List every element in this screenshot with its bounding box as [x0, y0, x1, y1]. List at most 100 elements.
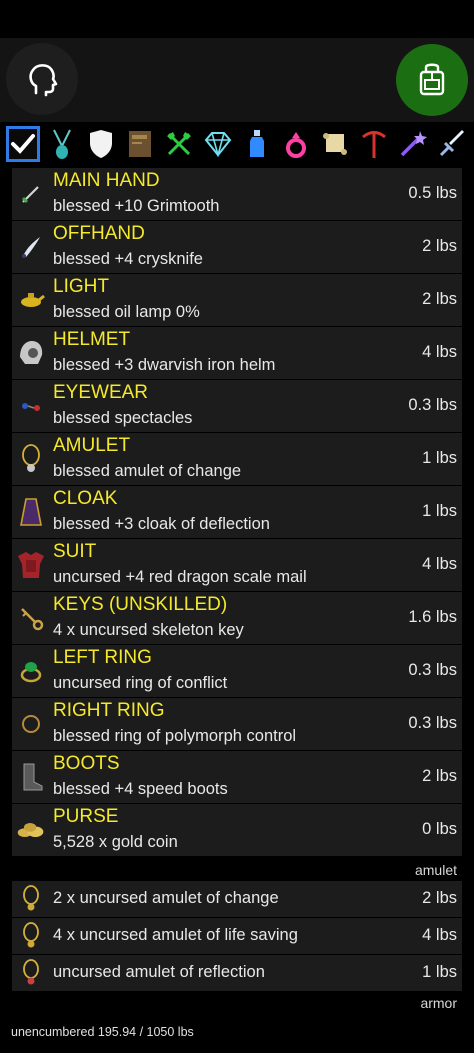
slot-label: AMULET [53, 435, 131, 456]
tab-books[interactable] [123, 126, 157, 162]
inventory-row[interactable]: 2 x uncursed amulet of change 2 lbs [12, 881, 462, 918]
item-description: blessed +3 cloak of deflection [53, 515, 270, 533]
equipment-row-keys[interactable]: KEYS (UNSKILLED) 4 x uncursed skeleton k… [12, 592, 462, 645]
slot-label: OFFHAND [53, 223, 145, 244]
amulet-icon [16, 443, 46, 475]
backpack-button[interactable] [396, 44, 468, 116]
item-description: uncursed amulet of reflection [53, 963, 265, 981]
scroll-icon [323, 133, 347, 155]
item-weight: 0.5 lbs [408, 184, 457, 202]
tab-tools[interactable] [357, 126, 391, 162]
sword-icon [439, 130, 464, 157]
pickaxe-icon [362, 131, 386, 158]
tab-potions[interactable] [240, 126, 274, 162]
item-weight: 4 lbs [422, 555, 457, 573]
dagger-icon [16, 178, 46, 210]
shield-icon [90, 130, 112, 158]
tab-rings[interactable] [279, 126, 313, 162]
tab-scrolls[interactable] [318, 126, 352, 162]
tab-food[interactable] [162, 126, 196, 162]
item-description: blessed +3 dwarvish iron helm [53, 356, 276, 374]
item-description: 4 x uncursed skeleton key [53, 621, 244, 639]
item-weight: 4 lbs [422, 926, 457, 944]
item-weight: 0 lbs [422, 820, 457, 838]
gem-icon [204, 132, 232, 157]
equipment-row-offhand[interactable]: OFFHAND blessed +4 crysknife 2 lbs [12, 221, 462, 274]
item-weight: 1.6 lbs [408, 608, 457, 626]
item-description: uncursed +4 red dragon scale mail [53, 568, 307, 586]
status-bar [0, 0, 474, 38]
head-profile-icon [29, 64, 58, 97]
key-icon [16, 602, 46, 634]
equipment-row-eyewear[interactable]: EYEWEAR blessed spectacles 0.3 lbs [12, 380, 462, 433]
armor-suit-icon [16, 549, 46, 581]
category-tab-bar [0, 124, 474, 164]
profile-button[interactable] [6, 43, 78, 115]
ring-icon [286, 132, 306, 158]
encumbrance-status: unencumbered 195.94 / 1050 lbs [11, 1025, 194, 1039]
inventory-row[interactable]: 4 x uncursed amulet of life saving 4 lbs [12, 918, 462, 955]
equipment-row-left-ring[interactable]: LEFT RING uncursed ring of conflict 0.3 … [12, 645, 462, 698]
item-weight: 2 lbs [422, 237, 457, 255]
item-description: uncursed ring of conflict [53, 674, 228, 692]
item-description: blessed oil lamp 0% [53, 303, 200, 321]
amulet-icon [16, 883, 46, 915]
amulet-icon [16, 957, 46, 989]
cloak-icon [16, 496, 46, 528]
slot-label: CLOAK [53, 488, 118, 509]
item-weight: 0.3 lbs [408, 661, 457, 679]
helmet-icon [16, 337, 46, 369]
equipment-row-helmet[interactable]: HELMET blessed +3 dwarvish iron helm 4 l… [12, 327, 462, 380]
equipment-row-light[interactable]: LIGHT blessed oil lamp 0% 2 lbs [12, 274, 462, 327]
potion-icon [250, 130, 264, 157]
slot-label: LEFT RING [53, 647, 152, 668]
item-description: blessed amulet of change [53, 462, 242, 480]
tab-gems[interactable] [201, 126, 235, 162]
slot-label: PURSE [53, 806, 119, 827]
item-description: 5,528 x gold coin [53, 833, 178, 851]
item-weight: 1 lbs [422, 963, 457, 981]
equipment-row-amulet[interactable]: AMULET blessed amulet of change 1 lbs [12, 433, 462, 486]
slot-label: HELMET [53, 329, 131, 350]
gold-coins-icon [16, 814, 46, 846]
item-description: blessed +10 Grimtooth [53, 197, 220, 215]
slot-label: EYEWEAR [53, 382, 149, 403]
crysknife-icon [16, 231, 46, 263]
tab-equipped[interactable] [6, 126, 40, 162]
check-icon [11, 134, 35, 154]
boots-icon [16, 761, 46, 793]
item-weight: 1 lbs [422, 449, 457, 467]
equipment-row-suit[interactable]: SUIT uncursed +4 red dragon scale mail 4… [12, 539, 462, 592]
slot-label: BOOTS [53, 753, 120, 774]
slot-label: LIGHT [53, 276, 109, 297]
item-weight: 2 lbs [422, 889, 457, 907]
equipment-row-right-ring[interactable]: RIGHT RING blessed ring of polymorph con… [12, 698, 462, 751]
item-description: 2 x uncursed amulet of change [53, 889, 279, 907]
equipment-row-boots[interactable]: BOOTS blessed +4 speed boots 2 lbs [12, 751, 462, 804]
section-header-amulet: amulet [414, 862, 457, 878]
item-description: blessed ring of polymorph control [53, 727, 297, 745]
tab-armor[interactable] [84, 126, 118, 162]
spectacles-icon [16, 390, 46, 422]
tab-weapons[interactable] [435, 126, 469, 162]
inventory-row[interactable]: uncursed amulet of reflection 1 lbs [12, 955, 462, 992]
equipment-row-cloak[interactable]: CLOAK blessed +3 cloak of deflection 1 l… [12, 486, 462, 539]
section-header-armor: armor [420, 995, 457, 1011]
item-weight: 2 lbs [422, 767, 457, 785]
slot-label: SUIT [53, 541, 97, 562]
item-weight: 2 lbs [422, 290, 457, 308]
slot-label: RIGHT RING [53, 700, 165, 721]
book-icon [129, 131, 151, 157]
item-description: blessed +4 speed boots [53, 780, 228, 798]
item-weight: 4 lbs [422, 343, 457, 361]
backpack-icon [419, 63, 445, 96]
amulet-icon [53, 129, 71, 159]
item-description: blessed spectacles [53, 409, 193, 427]
item-weight: 0.3 lbs [408, 714, 457, 732]
tab-wands[interactable] [396, 126, 430, 162]
equipment-row-main-hand[interactable]: MAIN HAND blessed +10 Grimtooth 0.5 lbs [12, 168, 462, 221]
tab-amulets[interactable] [45, 126, 79, 162]
equipment-row-purse[interactable]: PURSE 5,528 x gold coin 0 lbs [12, 804, 462, 857]
utensils-icon [167, 132, 191, 156]
item-weight: 1 lbs [422, 502, 457, 520]
